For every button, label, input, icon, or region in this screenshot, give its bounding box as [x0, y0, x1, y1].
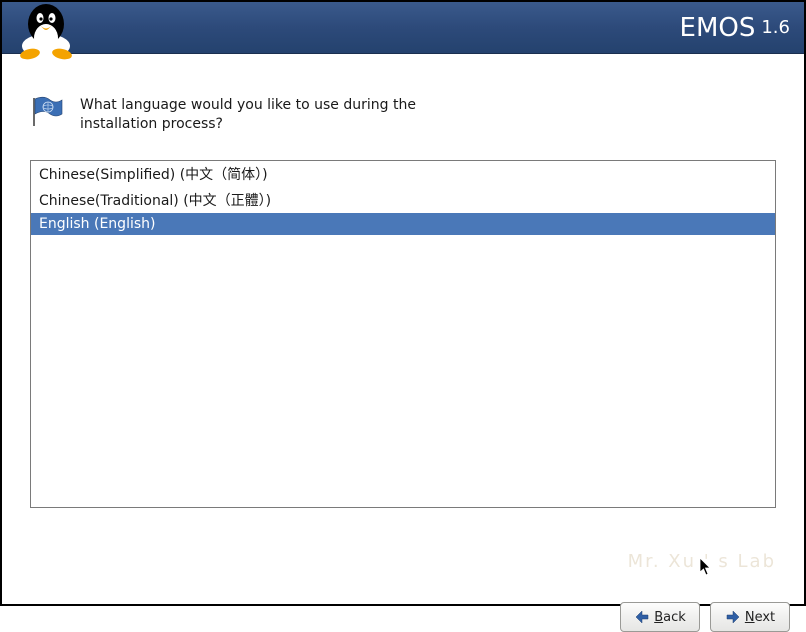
tux-logo-icon: [10, 0, 82, 60]
product-version: 1.6: [761, 17, 790, 38]
content-area: What language would you like to use duri…: [2, 96, 804, 562]
back-button[interactable]: Back: [620, 602, 700, 632]
product-name: EMOS: [680, 13, 756, 43]
language-option[interactable]: Chinese(Traditional) (中文（正體）): [31, 187, 775, 213]
arrow-left-icon: [634, 610, 650, 624]
back-label: Back: [654, 610, 686, 625]
prompt-row: What language would you like to use duri…: [30, 96, 776, 134]
language-option[interactable]: Chinese(Simplified) (中文（简体）): [31, 161, 775, 187]
language-option[interactable]: English (English): [31, 213, 775, 235]
next-button[interactable]: Next: [710, 602, 790, 632]
header-bar: EMOS 1.6: [2, 2, 804, 54]
language-listbox[interactable]: Chinese(Simplified) (中文（简体）)Chinese(Trad…: [30, 160, 776, 508]
next-label: Next: [745, 610, 775, 625]
button-bar: Back Next: [2, 592, 804, 632]
flag-icon: [30, 96, 66, 126]
arrow-right-icon: [725, 610, 741, 624]
prompt-text: What language would you like to use duri…: [80, 96, 420, 134]
